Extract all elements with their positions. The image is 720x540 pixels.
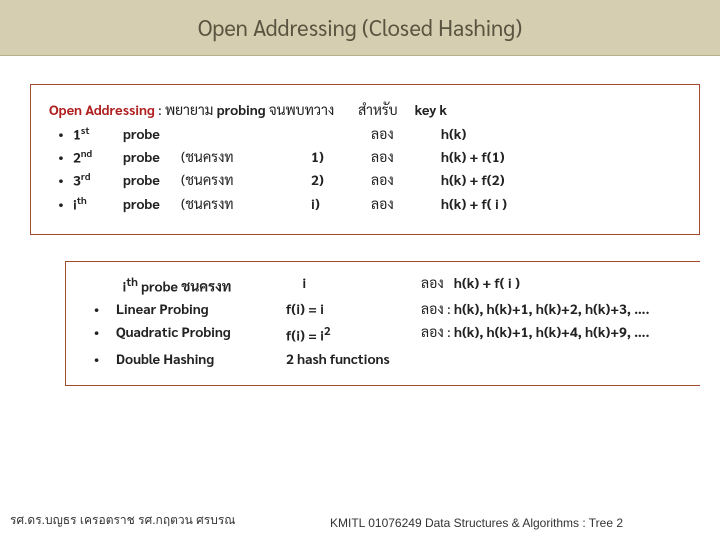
bullet: • [94, 298, 116, 321]
method-eq: 2 hash functions [286, 348, 421, 371]
probe-paren [181, 123, 311, 146]
bullet: • [94, 321, 116, 348]
definition-headline: Open Addressing : พยายาม probing จนพบทวา… [49, 99, 681, 121]
probe-long: ลอง [371, 193, 441, 216]
method-seq: ลอง : h(k), h(k)+1, h(k)+2, h(k)+3, …. [421, 298, 684, 321]
method-seq [421, 348, 684, 371]
probe-arg: 1) [311, 146, 371, 169]
method-rows: •Linear Probingf(i) = iลอง : h(k), h(k)+… [94, 298, 684, 371]
method-row: •Double Hashing2 hash functions [94, 348, 684, 371]
footer-left: รศ.ดร.บญธร เครอตราช รศ.กฤตวน ศรบรณ [10, 511, 235, 530]
page-title: Open Addressing (Closed Hashing) [198, 14, 522, 42]
probe-label: probe [123, 193, 181, 216]
probe-arg: i) [311, 193, 371, 216]
probe-formula: h(k) + f( i ) [441, 193, 681, 216]
methods-head-left: ith probe ชนครงท [116, 272, 286, 299]
probe-ordinal: ith [73, 193, 123, 216]
definition-box: Open Addressing : พยายาม probing จนพบทวา… [30, 84, 700, 235]
footer-right: KMITL 01076249 Data Structures & Algorit… [330, 516, 623, 530]
headline-key: key k [415, 101, 447, 119]
method-eq: f(i) = i [286, 298, 421, 321]
headline-lead: Open Addressing [49, 101, 155, 119]
probe-long: ลอง [371, 169, 441, 192]
probe-formula: h(k) [441, 123, 681, 146]
probe-paren: (ชนครงท [181, 193, 311, 216]
probe-row: •1stprobe ลองh(k) [49, 123, 681, 146]
probe-arg: 2) [311, 169, 371, 192]
methods-head-i: i [286, 272, 421, 299]
bullet: • [49, 193, 73, 216]
probe-row: •ithprobe(ชนครงทi)ลองh(k) + f( i ) [49, 193, 681, 216]
method-row: •Quadratic Probingf(i) = i2ลอง : h(k), h… [94, 321, 684, 348]
headline-for: สำหรับ [358, 101, 398, 119]
bullet: • [49, 123, 73, 146]
probe-row: •2ndprobe(ชนครงท1)ลองh(k) + f(1) [49, 146, 681, 169]
probe-formula: h(k) + f(1) [441, 146, 681, 169]
headline-colon: : [155, 101, 165, 119]
method-eq: f(i) = i2 [286, 321, 421, 348]
probe-paren: (ชนครงท [181, 146, 311, 169]
probe-ordinal: 3rd [73, 169, 123, 192]
probe-row: •3rdprobe(ชนครงท2)ลองh(k) + f(2) [49, 169, 681, 192]
method-name: Quadratic Probing [116, 321, 286, 348]
probe-long: ลอง [371, 123, 441, 146]
bullet: • [49, 169, 73, 192]
probe-arg [311, 123, 371, 146]
probe-label: probe [123, 146, 181, 169]
probe-label: probe [123, 169, 181, 192]
probe-formula: h(k) + f(2) [441, 169, 681, 192]
probe-paren: (ชนครงท [181, 169, 311, 192]
headline-until: จนพบทวาง [266, 101, 335, 119]
method-name: Double Hashing [116, 348, 286, 371]
probe-rows: •1stprobeลองh(k)•2ndprobe(ชนครงท1)ลองh(k… [49, 123, 681, 215]
probe-label: probe [123, 123, 181, 146]
methods-box: ith probe ชนครงท i ลอง h(k) + f( i ) •Li… [65, 261, 700, 387]
headline-try: พยายาม [165, 101, 217, 119]
method-seq: ลอง : h(k), h(k)+1, h(k)+4, h(k)+9, …. [421, 321, 684, 348]
probe-ordinal: 2nd [73, 146, 123, 169]
methods-head-formula: ลอง h(k) + f( i ) [421, 272, 684, 299]
headline-probing: probing [217, 101, 266, 119]
probe-ordinal: 1st [73, 123, 123, 146]
title-band: Open Addressing (Closed Hashing) [0, 0, 720, 56]
bullet: • [49, 146, 73, 169]
content-area: Open Addressing : พยายาม probing จนพบทวา… [0, 56, 720, 386]
method-name: Linear Probing [116, 298, 286, 321]
bullet: • [94, 348, 116, 371]
methods-head: ith probe ชนครงท i ลอง h(k) + f( i ) [94, 272, 684, 299]
probe-long: ลอง [371, 146, 441, 169]
method-row: •Linear Probingf(i) = iลอง : h(k), h(k)+… [94, 298, 684, 321]
